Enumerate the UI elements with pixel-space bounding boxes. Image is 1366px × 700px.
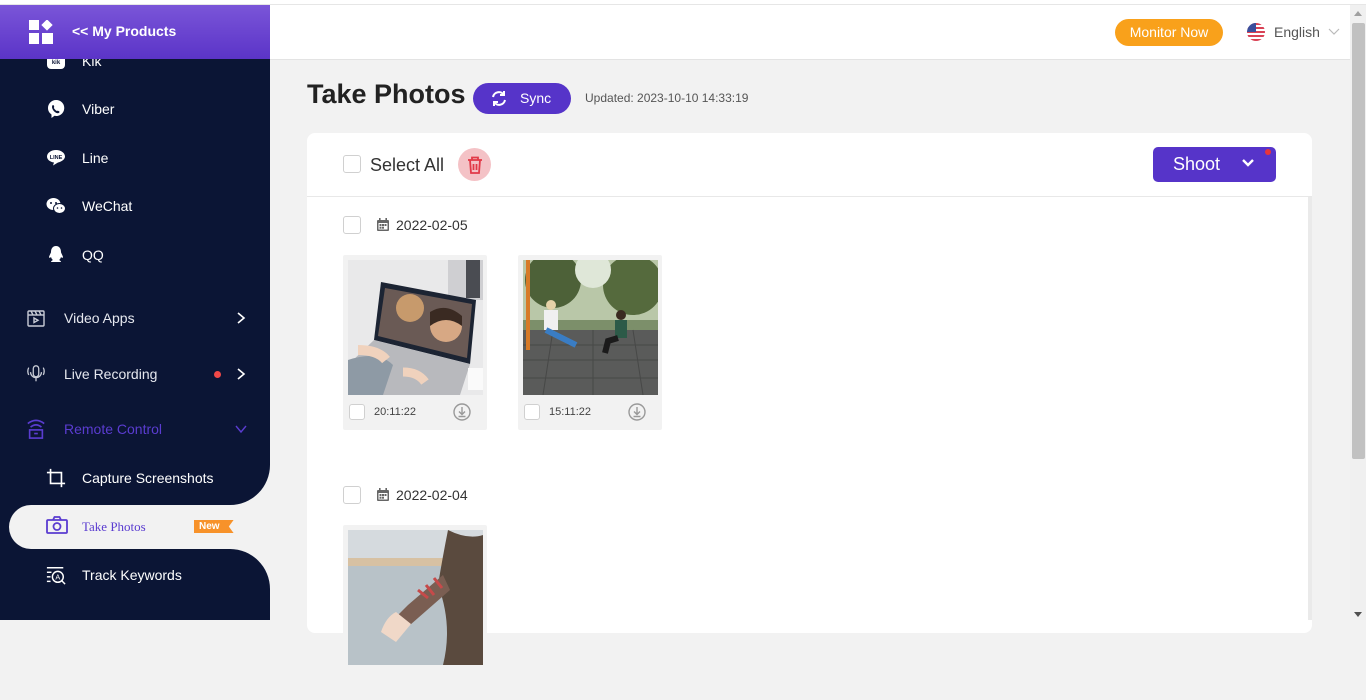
microphone-icon (26, 364, 46, 384)
sidebar-item-live-recording[interactable]: Live Recording (0, 354, 270, 394)
download-icon[interactable] (628, 403, 646, 421)
notification-dot (1265, 149, 1271, 155)
sidebar: << My Products kik Kik Viber LINE Line W… (0, 5, 270, 620)
sidebar-item-label: Capture Screenshots (82, 470, 214, 486)
calendar-icon (377, 488, 389, 501)
sidebar-item-qq[interactable]: QQ (0, 235, 270, 275)
photo-checkbox[interactable] (349, 404, 365, 420)
monitor-now-button[interactable]: Monitor Now (1115, 19, 1223, 46)
card-edge (1308, 197, 1312, 620)
us-flag-icon (1247, 23, 1265, 41)
top-bar: Monitor Now English (270, 5, 1350, 60)
sidebar-item-take-photos[interactable]: Take Photos New (0, 505, 270, 549)
sidebar-item-label: Remote Control (64, 421, 163, 437)
photo-time: 20:11:22 (374, 406, 417, 418)
remote-icon (26, 419, 46, 439)
scrollbar-thumb[interactable] (1352, 23, 1365, 459)
keyword-search-icon: A (46, 565, 66, 585)
sidebar-item-track-keywords[interactable]: A Track Keywords (0, 555, 270, 595)
sidebar-item-remote-control[interactable]: Remote Control (0, 409, 270, 449)
qq-icon (46, 245, 66, 265)
sidebar-item-capture-screenshots[interactable]: Capture Screenshots (0, 458, 270, 498)
select-all-checkbox[interactable] (343, 155, 361, 173)
group-checkbox[interactable] (343, 216, 361, 234)
sidebar-item-label: Line (82, 150, 109, 166)
chevron-down-icon (1242, 159, 1254, 167)
photo-holding-hands[interactable] (348, 530, 483, 665)
svg-text:A: A (55, 573, 60, 582)
products-grid-icon (29, 20, 53, 44)
date-group-header: 2022-02-05 (343, 216, 468, 234)
scroll-down-arrow-icon[interactable] (1354, 612, 1362, 617)
wechat-icon (46, 196, 66, 216)
scroll-up-arrow-icon[interactable] (1354, 11, 1362, 16)
chevron-right-icon (237, 312, 246, 324)
chevron-right-icon (237, 368, 246, 380)
chevron-down-icon (235, 425, 247, 434)
page-title: Take Photos (307, 79, 466, 109)
camera-icon (46, 515, 68, 539)
language-label: English (1274, 24, 1320, 40)
sync-icon (492, 91, 506, 106)
photo-item[interactable]: 20:11:22 (343, 255, 487, 430)
updated-timestamp: Updated: 2023-10-10 14:33:19 (585, 91, 749, 105)
svg-text:kik: kik (52, 60, 61, 66)
sidebar-item-line[interactable]: LINE Line (0, 138, 270, 178)
sync-button[interactable]: Sync (473, 83, 571, 114)
sidebar-item-label: Video Apps (64, 310, 135, 326)
sidebar-item-video-apps[interactable]: Video Apps (0, 298, 270, 338)
card-toolbar: Select All Shoot (307, 133, 1312, 197)
photo-women-on-swings[interactable] (523, 260, 658, 395)
sidebar-item-label: QQ (82, 247, 104, 263)
sidebar-item-label: Track Keywords (82, 567, 182, 583)
svg-text:LINE: LINE (50, 155, 63, 161)
group-checkbox[interactable] (343, 486, 361, 504)
photo-time: 15:11:22 (549, 406, 592, 418)
delete-button[interactable] (458, 148, 491, 181)
sidebar-item-label: Live Recording (64, 366, 158, 382)
date-group-header: 2022-02-04 (343, 486, 468, 504)
video-icon (26, 308, 46, 328)
sidebar-item-viber[interactable]: Viber (0, 89, 270, 129)
chevron-down-icon (1328, 28, 1340, 35)
my-products-header[interactable]: << My Products (0, 5, 270, 59)
sidebar-item-label: Viber (82, 101, 115, 117)
select-all-label[interactable]: Select All (370, 155, 444, 176)
sidebar-item-wechat[interactable]: WeChat (0, 186, 270, 226)
viber-icon (46, 99, 66, 119)
notification-dot (214, 370, 221, 378)
vertical-scrollbar[interactable] (1350, 5, 1366, 620)
photo-laptop-video-call[interactable] (348, 260, 483, 395)
sync-label: Sync (520, 90, 552, 106)
language-selector[interactable]: English (1247, 23, 1340, 41)
my-products-link[interactable]: << My Products (72, 23, 176, 39)
crop-icon (46, 468, 66, 488)
line-icon: LINE (46, 148, 66, 168)
group-date: 2022-02-04 (396, 487, 468, 503)
photo-item[interactable] (343, 525, 487, 700)
shoot-dropdown-button[interactable]: Shoot (1153, 147, 1276, 182)
sidebar-item-label: WeChat (82, 198, 133, 214)
download-icon[interactable] (453, 403, 471, 421)
sidebar-item-label: Take Photos (82, 519, 146, 534)
calendar-icon (377, 218, 389, 231)
photo-checkbox[interactable] (524, 404, 540, 420)
group-date: 2022-02-05 (396, 217, 468, 233)
photo-item[interactable]: 15:11:22 (518, 255, 662, 430)
photos-card: Select All Shoot 2022-02-05 20:11:22 15:… (307, 133, 1312, 700)
trash-icon (467, 156, 482, 174)
new-badge: New (194, 520, 234, 533)
shoot-label: Shoot (1173, 154, 1221, 174)
